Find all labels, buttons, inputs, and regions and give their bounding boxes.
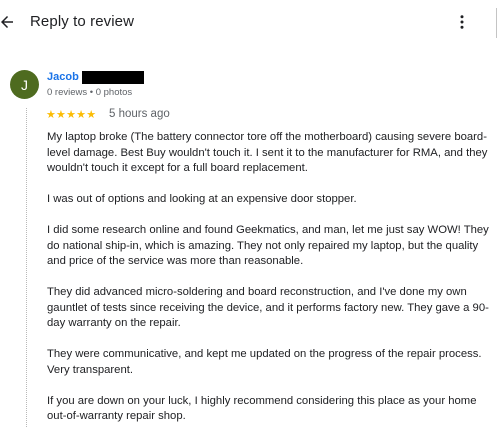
avatar[interactable]: J	[10, 70, 39, 99]
star-rating: ★★★★★	[46, 109, 97, 121]
back-button[interactable]	[0, 9, 20, 35]
review-text: My laptop broke (The battery connector t…	[47, 130, 497, 440]
more-options-button[interactable]	[449, 9, 475, 35]
redacted-surname	[82, 71, 144, 84]
author-meta: 0 reviews • 0 photos	[47, 87, 133, 98]
review-time: 5 hours ago	[109, 108, 170, 120]
review-paragraph: My laptop broke (The battery connector t…	[47, 131, 488, 174]
thread-line	[26, 108, 28, 427]
page-title: Reply to review	[30, 13, 135, 30]
review-paragraph: They did advanced micro-soldering and bo…	[47, 286, 489, 329]
author-name[interactable]: Jacob	[47, 71, 79, 83]
review-paragraph: If you are down on your luck, I highly r…	[47, 394, 477, 423]
review-paragraph: I was out of options and looking at an e…	[47, 193, 357, 205]
avatar-letter: J	[21, 76, 28, 93]
app-bar: Reply to review	[0, 0, 503, 44]
arrow-left-icon	[1, 16, 13, 28]
divider	[496, 8, 497, 38]
review-paragraph: They were communicative, and kept me upd…	[47, 348, 482, 376]
review-paragraph: I did some research online and found Gee…	[47, 224, 489, 267]
more-vert-icon	[460, 15, 464, 29]
